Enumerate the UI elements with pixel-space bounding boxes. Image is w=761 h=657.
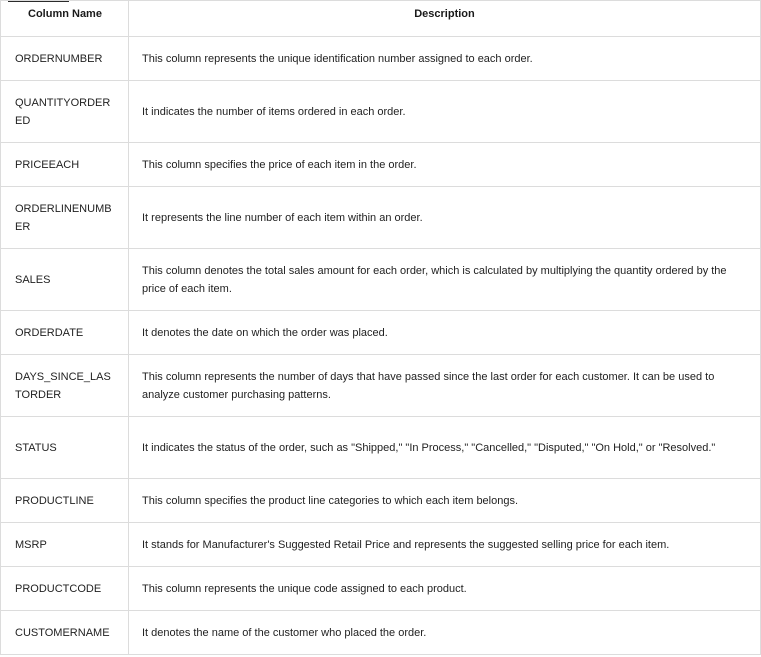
cell-description: It represents the line number of each it… — [128, 186, 761, 249]
cell-description: This column represents the unique identi… — [128, 36, 761, 81]
cell-column-name: PRODUCTCODE — [0, 566, 129, 611]
cell-description: This column represents the unique code a… — [128, 566, 761, 611]
cell-column-name: DAYS_SINCE_LASTORDER — [0, 354, 129, 417]
table-row: DAYS_SINCE_LASTORDER This column represe… — [0, 354, 761, 417]
column-description-table: Column Name Description ORDERNUMBER This… — [0, 0, 761, 655]
cell-description: This column specifies the product line c… — [128, 478, 761, 523]
table-row: QUANTITYORDERED It indicates the number … — [0, 80, 761, 143]
header-column-name[interactable]: Column Name — [0, 0, 129, 37]
header-description[interactable]: Description — [128, 0, 761, 37]
cell-description: It denotes the name of the customer who … — [128, 610, 761, 655]
cell-description: It indicates the status of the order, su… — [128, 416, 761, 479]
table-header-row: Column Name Description — [0, 0, 761, 37]
cell-column-name: PRICEEACH — [0, 142, 129, 187]
table-row: SALES This column denotes the total sale… — [0, 248, 761, 311]
cell-column-name: CUSTOMERNAME — [0, 610, 129, 655]
cell-description: This column denotes the total sales amou… — [128, 248, 761, 311]
cell-description: This column specifies the price of each … — [128, 142, 761, 187]
cell-description: It stands for Manufacturer's Suggested R… — [128, 522, 761, 567]
table-row: ORDERDATE It denotes the date on which t… — [0, 310, 761, 355]
table-row: PRODUCTLINE This column specifies the pr… — [0, 478, 761, 523]
cell-column-name: ORDERDATE — [0, 310, 129, 355]
cell-column-name: QUANTITYORDERED — [0, 80, 129, 143]
cell-column-name: SALES — [0, 248, 129, 311]
table-row: PRICEEACH This column specifies the pric… — [0, 142, 761, 187]
cell-column-name: PRODUCTLINE — [0, 478, 129, 523]
cell-description: It denotes the date on which the order w… — [128, 310, 761, 355]
cell-column-name: STATUS — [0, 416, 129, 479]
table-row: PRODUCTCODE This column represents the u… — [0, 566, 761, 611]
table-row: ORDERNUMBER This column represents the u… — [0, 36, 761, 81]
cell-description: This column represents the number of day… — [128, 354, 761, 417]
cell-column-name: ORDERNUMBER — [0, 36, 129, 81]
cell-description: It indicates the number of items ordered… — [128, 80, 761, 143]
table-row: STATUS It indicates the status of the or… — [0, 416, 761, 479]
cell-column-name: ORDERLINENUMBER — [0, 186, 129, 249]
table-row: ORDERLINENUMBER It represents the line n… — [0, 186, 761, 249]
table-row: CUSTOMERNAME It denotes the name of the … — [0, 610, 761, 655]
table-row: MSRP It stands for Manufacturer's Sugges… — [0, 522, 761, 567]
cell-column-name: MSRP — [0, 522, 129, 567]
